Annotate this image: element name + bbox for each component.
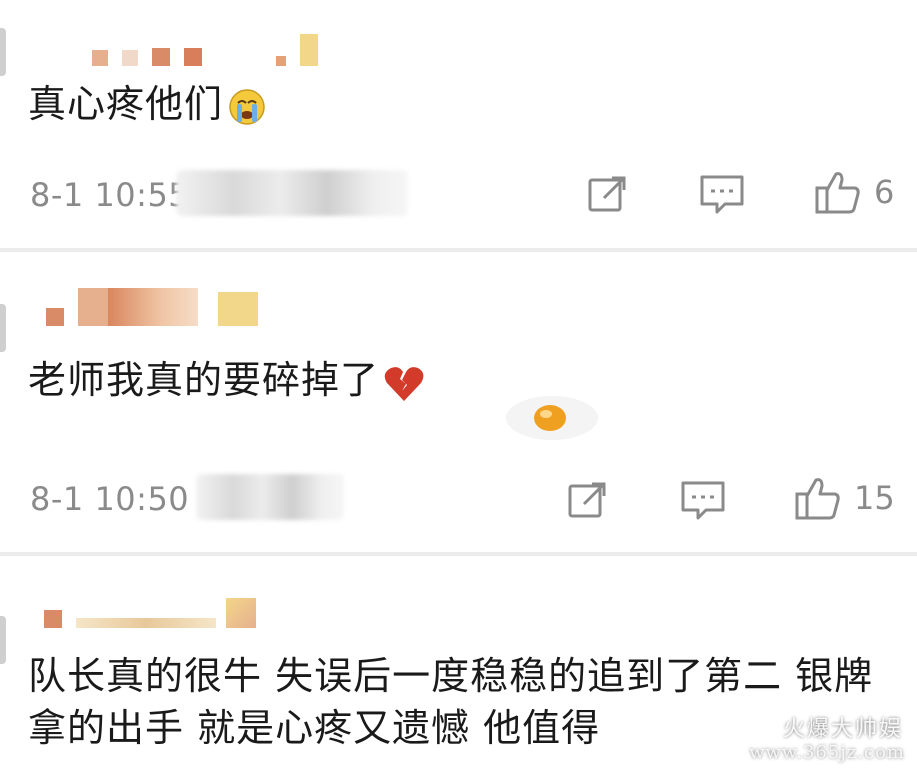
comment-text-content: 真心疼他们 <box>28 82 224 126</box>
username-mosaic[interactable] <box>92 34 318 66</box>
thumbs-up-icon <box>795 478 840 520</box>
broken-heart-icon <box>383 363 425 403</box>
like-count: 15 <box>854 479 895 517</box>
repost-button[interactable] <box>566 478 610 522</box>
comment-text-content: 老师我真的要碎掉了 <box>28 358 380 402</box>
like-button[interactable]: 6 <box>814 168 894 216</box>
comment-text: 队长真的很牛 失误后一度稳稳的追到了第二 银牌拿的出手 就是心疼又遗憾 他值得 <box>28 654 874 750</box>
like-count: 6 <box>874 173 895 211</box>
avatar[interactable] <box>0 304 6 352</box>
repost-button[interactable] <box>586 172 630 216</box>
comment-icon <box>681 481 725 520</box>
username-mosaic[interactable] <box>44 598 256 628</box>
avatar[interactable] <box>0 616 6 664</box>
timestamp: 8-1 10:50 <box>30 480 190 518</box>
comment-item: 队长真的很牛 失误后一度稳稳的追到了第二 银牌拿的出手 就是心疼又遗憾 他值得 … <box>0 556 917 773</box>
blurred-source <box>176 170 408 216</box>
thumbs-up-icon <box>815 172 860 214</box>
fried-egg-sticker <box>480 388 600 444</box>
reply-button[interactable] <box>699 174 745 216</box>
share-icon <box>588 176 626 212</box>
watermark: 火爆大帅娱 <box>782 717 903 742</box>
comment-icon <box>700 175 744 214</box>
reply-button[interactable] <box>680 480 726 522</box>
comment-text: 老师我真的要碎掉了 <box>28 354 425 406</box>
blurred-source <box>196 474 344 520</box>
share-icon <box>568 482 606 518</box>
timestamp: 8-1 10:55 <box>30 176 190 214</box>
comment-item: 老师我真的要碎掉了 8-1 10:50 15 <box>0 252 917 552</box>
like-button[interactable]: 15 <box>794 474 895 522</box>
comment-list: 真心疼他们 8-1 10:55 6 老师我真的要碎掉了 8-1 10:50 15… <box>0 0 917 773</box>
watermark-url: www.365jz.com <box>749 742 905 763</box>
comment-item: 真心疼他们 8-1 10:55 6 <box>0 0 917 248</box>
avatar[interactable] <box>0 28 6 76</box>
username-mosaic[interactable] <box>46 288 258 326</box>
comment-text: 真心疼他们 <box>28 78 267 130</box>
crying-face-icon <box>227 87 267 127</box>
